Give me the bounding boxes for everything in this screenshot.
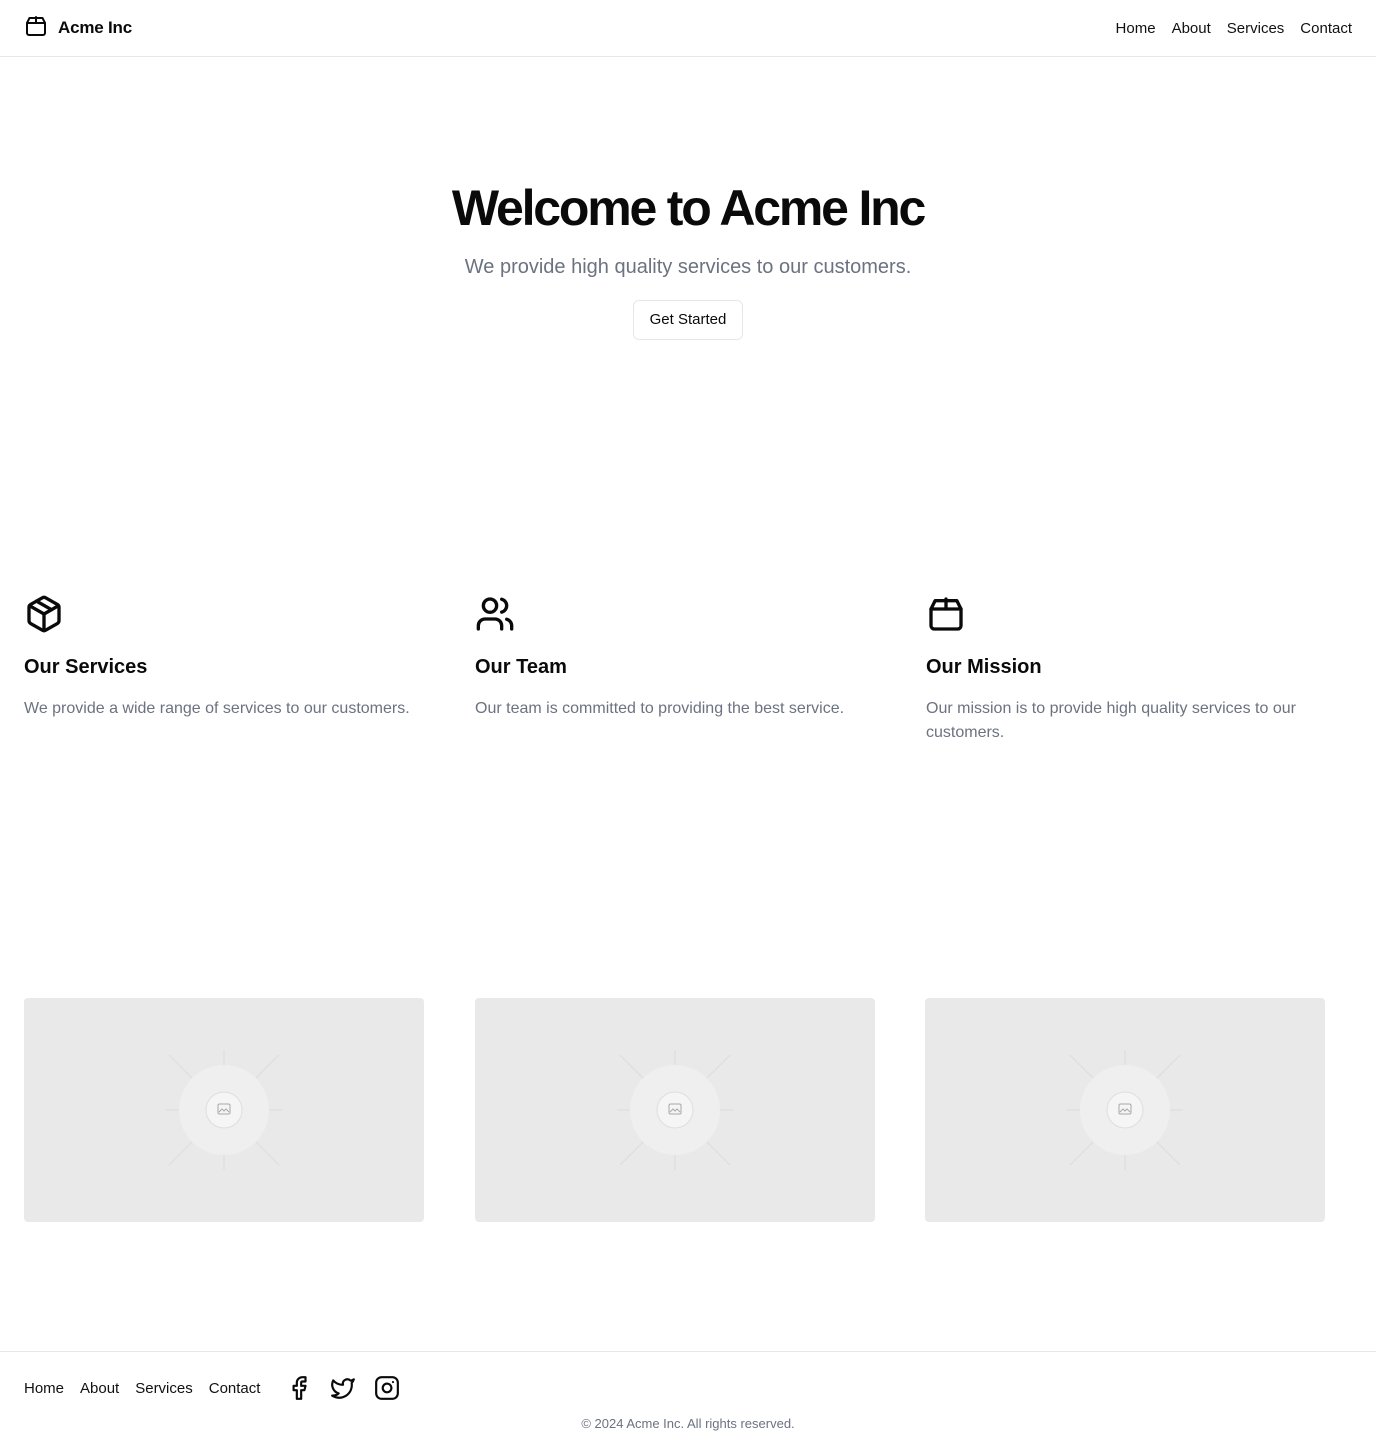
image-placeholder — [475, 998, 875, 1222]
feature-title: Our Mission — [926, 656, 1042, 678]
nav-contact[interactable]: Contact — [1300, 20, 1352, 37]
image-placeholder — [24, 998, 424, 1222]
users-icon — [475, 597, 515, 638]
image-placeholder-icon — [617, 1050, 733, 1170]
image-placeholder — [925, 998, 1325, 1222]
nav-services[interactable]: Services — [1227, 20, 1285, 37]
image-placeholder-icon — [1067, 1050, 1183, 1170]
site-header: Acme Inc Home About Services Contact — [0, 0, 1376, 57]
footer-nav-about[interactable]: About — [80, 1380, 119, 1397]
facebook-icon[interactable] — [286, 1375, 312, 1401]
site-footer: Home About Services Contact © 2024 Acme … — [0, 1351, 1376, 1456]
nav-home[interactable]: Home — [1116, 20, 1156, 37]
feature-mission: Our Mission Our mission is to provide hi… — [926, 594, 1346, 745]
footer-nav-home[interactable]: Home — [24, 1380, 64, 1397]
footer-nav: Home About Services Contact — [24, 1380, 260, 1397]
feature-title: Our Services — [24, 656, 148, 678]
feature-description: Our team is committed to providing the b… — [475, 700, 845, 717]
box-icon — [24, 595, 64, 638]
footer-nav-contact[interactable]: Contact — [209, 1380, 261, 1397]
instagram-icon[interactable] — [374, 1375, 400, 1401]
feature-team: Our Team Our team is committed to provid… — [475, 594, 895, 721]
feature-services: Our Services We provide a wide range of … — [24, 594, 444, 721]
get-started-button[interactable]: Get Started — [632, 300, 744, 340]
hero-section: Welcome to Acme Inc We provide high qual… — [0, 178, 1376, 340]
package-icon — [926, 597, 966, 638]
copyright-text: © 2024 Acme Inc. All rights reserved. — [581, 1416, 795, 1431]
package-icon — [24, 14, 48, 43]
page: Acme Inc Home About Services Contact Wel… — [0, 0, 1376, 1456]
main-nav: Home About Services Contact — [1116, 20, 1352, 37]
social-links — [286, 1375, 400, 1401]
hero-subtitle: We provide high quality services to our … — [464, 256, 912, 278]
brand-link[interactable]: Acme Inc — [24, 14, 132, 43]
nav-about[interactable]: About — [1172, 20, 1211, 37]
feature-description: Our mission is to provide high quality s… — [926, 700, 1296, 741]
twitter-icon[interactable] — [330, 1375, 356, 1401]
image-placeholder-icon — [166, 1050, 282, 1170]
hero-title: Welcome to Acme Inc — [451, 180, 926, 236]
feature-title: Our Team — [475, 656, 567, 678]
footer-nav-services[interactable]: Services — [135, 1380, 193, 1397]
feature-description: We provide a wide range of services to o… — [24, 700, 410, 717]
footer-row: Home About Services Contact — [24, 1372, 400, 1404]
brand-name: Acme Inc — [58, 18, 132, 37]
